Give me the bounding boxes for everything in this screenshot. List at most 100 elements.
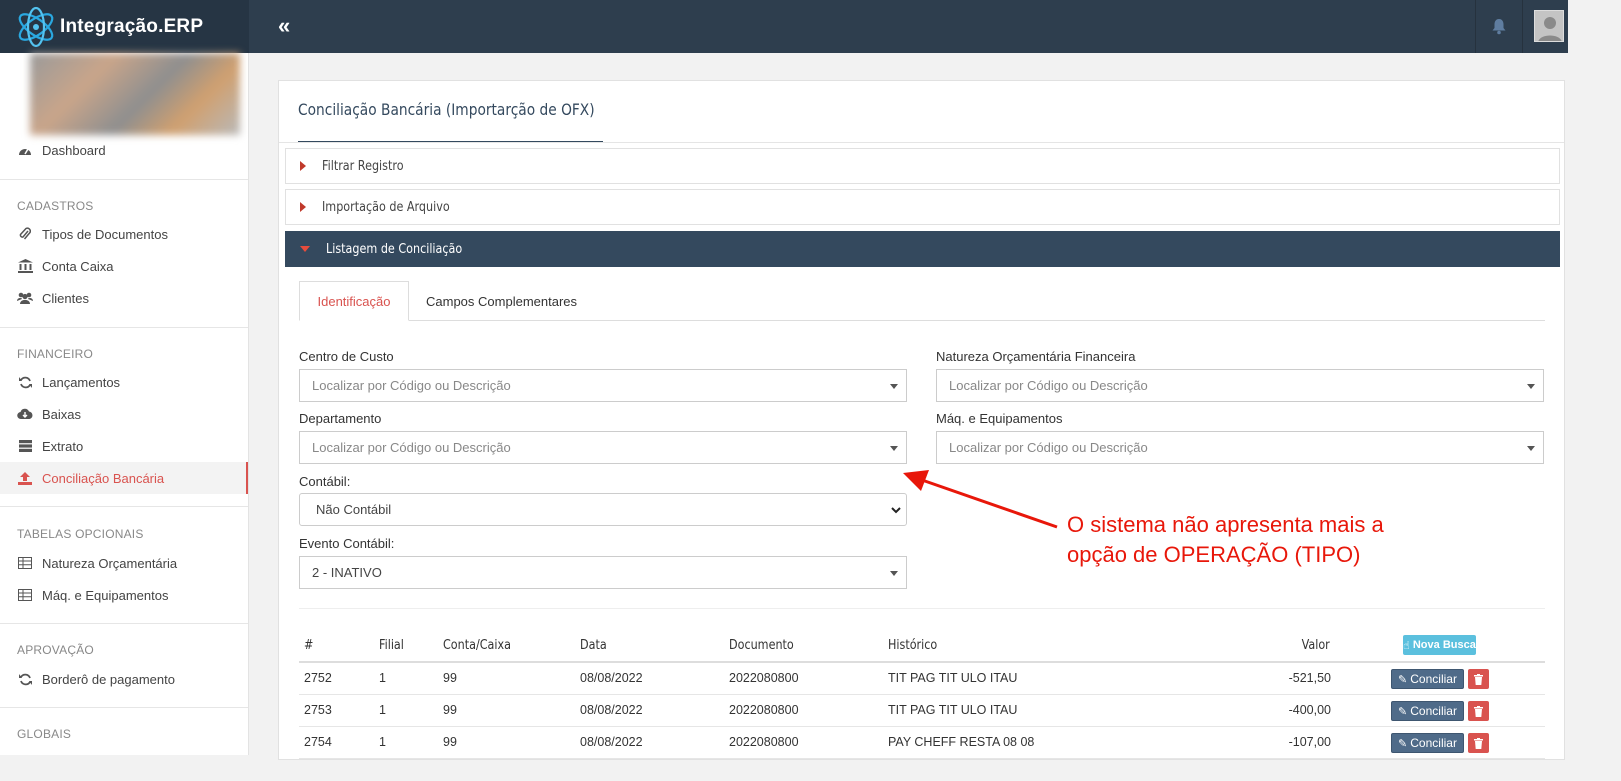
- sidebar-item-label: Extrato: [42, 438, 84, 454]
- annotation-line-1: O sistema não apresenta mais a: [1067, 512, 1384, 537]
- centro-custo-select[interactable]: Localizar por Código ou Descrição: [299, 369, 907, 402]
- tab-campos-complementares[interactable]: Campos Complementares: [426, 281, 577, 321]
- accordion-label: Listagem de Conciliação: [326, 241, 463, 257]
- trash-icon: [1474, 705, 1483, 717]
- edit-icon: ✎: [1398, 705, 1408, 718]
- conciliar-button[interactable]: ✎ Conciliar: [1391, 669, 1464, 689]
- table-icon: [17, 555, 33, 571]
- divider: [0, 506, 248, 507]
- sidebar-item-extrato[interactable]: Extrato: [0, 430, 248, 462]
- select-placeholder: Localizar por Código ou Descrição: [949, 440, 1148, 455]
- sidebar-item-label: Conta Caixa: [42, 258, 114, 274]
- sidebar-item-lancamentos[interactable]: Lançamentos: [0, 366, 248, 398]
- col-header-filial: Filial: [379, 638, 404, 653]
- cell-id: 2752: [304, 671, 332, 685]
- conciliar-button[interactable]: ✎ Conciliar: [1391, 733, 1464, 753]
- collapse-sidebar-icon[interactable]: «: [278, 15, 290, 37]
- col-header-data: Data: [580, 638, 607, 653]
- chevron-down-icon: [891, 507, 901, 514]
- sidebar-item-conciliacao-bancaria[interactable]: Conciliação Bancária: [0, 462, 248, 494]
- divider: [0, 707, 248, 708]
- cell-filial: 1: [379, 735, 386, 749]
- page-title: Conciliação Bancária (Importarção de OFX…: [298, 100, 595, 119]
- refresh-icon: [17, 671, 33, 687]
- cell-historico: TIT PAG TIT ULO ITAU: [888, 703, 1018, 717]
- server-icon: [17, 438, 33, 454]
- col-header-valor: Valor: [1301, 638, 1330, 653]
- trash-icon: [1474, 673, 1483, 685]
- dropdown-caret-icon: [890, 384, 898, 389]
- user-avatar[interactable]: [1534, 10, 1564, 42]
- button-label: Conciliar: [1410, 704, 1457, 718]
- centro-custo-label: Centro de Custo: [299, 349, 394, 364]
- users-icon: [17, 290, 33, 306]
- button-label: Conciliar: [1410, 672, 1457, 686]
- table-row: 2752 1 99 08/08/2022 2022080800 TIT PAG …: [299, 663, 1545, 695]
- main-panel: Conciliação Bancária (Importarção de OFX…: [278, 80, 1565, 760]
- accordion-label: Filtrar Registro: [322, 158, 404, 174]
- accordion-filtrar-registro[interactable]: Filtrar Registro: [285, 148, 1560, 184]
- divider: [0, 623, 248, 624]
- brand[interactable]: Integração.ERP: [0, 0, 249, 53]
- cell-documento: 2022080800: [729, 735, 799, 749]
- annotation-text: O sistema não apresenta mais a opção de …: [1067, 510, 1447, 570]
- cloud-download-icon: [17, 406, 33, 422]
- delete-button[interactable]: [1468, 669, 1489, 689]
- sidebar-item-dashboard[interactable]: Dashboard: [0, 134, 248, 166]
- tab-identificacao[interactable]: Identificação: [299, 281, 409, 321]
- contabil-select[interactable]: Não Contábil: [299, 493, 907, 526]
- accordion-importacao-arquivo[interactable]: Importação de Arquivo: [285, 189, 1560, 225]
- conciliar-button[interactable]: ✎ Conciliar: [1391, 701, 1464, 721]
- refresh-icon: [17, 374, 33, 390]
- notifications-button[interactable]: [1475, 0, 1523, 53]
- sidebar-item-natureza-orcamentaria[interactable]: Natureza Orçamentária: [0, 547, 248, 579]
- sidebar-item-baixas[interactable]: Baixas: [0, 398, 248, 430]
- sidebar-item-clientes[interactable]: Clientes: [0, 282, 248, 314]
- delete-button[interactable]: [1468, 701, 1489, 721]
- caret-right-icon: [300, 161, 306, 171]
- trash-icon: [1474, 737, 1483, 749]
- cell-valor: -107,00: [1288, 735, 1331, 749]
- sidebar-item-label: Borderô de pagamento: [42, 671, 175, 687]
- edit-icon: ✎: [1398, 673, 1408, 686]
- divider: [0, 179, 248, 180]
- tab-bar: Identificação Campos Complementares: [299, 281, 1545, 321]
- contabil-label: Contábil:: [299, 474, 351, 489]
- sidebar-item-label: Baixas: [42, 406, 82, 422]
- accordion-label: Importação de Arquivo: [322, 199, 450, 215]
- select-value: Não Contábil: [316, 502, 392, 517]
- sidebar-item-bordero-pagamento[interactable]: Borderô de pagamento: [0, 663, 248, 695]
- dropdown-caret-icon: [890, 571, 898, 576]
- logo-icon: [18, 6, 54, 47]
- sidebar-item-label: Máq. e Equipamentos: [42, 587, 169, 603]
- sidebar-item-label: Lançamentos: [42, 374, 121, 390]
- table-row: 2754 1 99 08/08/2022 2022080800 PAY CHEF…: [299, 727, 1545, 759]
- table-row: 2753 1 99 08/08/2022 2022080800 TIT PAG …: [299, 695, 1545, 727]
- nova-busca-button[interactable]: ☝ Nova Busca: [1403, 635, 1476, 655]
- section-aprovacao: APROVAÇÃO: [17, 643, 94, 657]
- sidebar-item-maq-equipamentos[interactable]: Máq. e Equipamentos: [0, 579, 248, 611]
- cell-historico: PAY CHEFF RESTA 08 08: [888, 735, 1035, 749]
- sidebar-item-conta-caixa[interactable]: Conta Caixa: [0, 250, 248, 282]
- evento-contabil-select[interactable]: 2 - INATIVO: [299, 556, 907, 589]
- accordion-listagem-conciliacao[interactable]: Listagem de Conciliação: [285, 231, 1560, 267]
- section-financeiro: FINANCEIRO: [17, 347, 94, 361]
- caret-right-icon: [300, 202, 306, 212]
- cell-id: 2754: [304, 735, 332, 749]
- maq-equipamentos-select[interactable]: Localizar por Código ou Descrição: [936, 431, 1544, 464]
- cell-conta-caixa: 99: [443, 703, 457, 717]
- natureza-select[interactable]: Localizar por Código ou Descrição: [936, 369, 1544, 402]
- divider: [0, 327, 248, 328]
- cell-valor: -521,50: [1288, 671, 1331, 685]
- user-icon: [1535, 11, 1563, 41]
- cell-documento: 2022080800: [729, 703, 799, 717]
- cell-data: 08/08/2022: [580, 735, 643, 749]
- sidebar-item-tipos-documentos[interactable]: Tipos de Documentos: [0, 218, 248, 250]
- divider: [279, 142, 1564, 143]
- sidebar: Dashboard CADASTROS Tipos de Documentos …: [0, 53, 249, 755]
- delete-button[interactable]: [1468, 733, 1489, 753]
- upload-icon: [17, 470, 33, 486]
- bank-icon: [17, 258, 33, 274]
- departamento-select[interactable]: Localizar por Código ou Descrição: [299, 431, 907, 464]
- section-cadastros: CADASTROS: [17, 199, 94, 213]
